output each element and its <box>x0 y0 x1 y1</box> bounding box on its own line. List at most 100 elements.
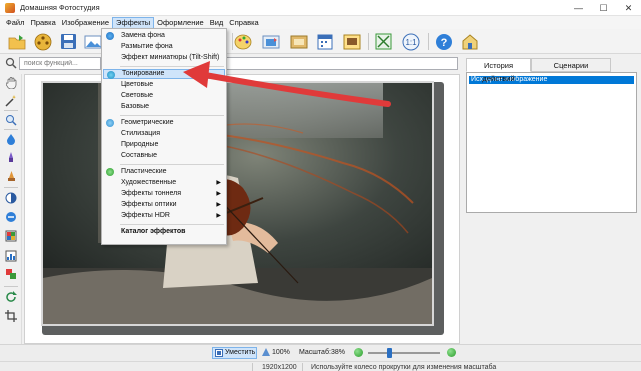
brush-tool-icon[interactable] <box>4 150 18 164</box>
menu-item-composite[interactable]: Составные <box>103 151 225 161</box>
menu-image[interactable]: Изображение <box>59 17 112 29</box>
menu-design[interactable]: Оформление <box>154 17 207 29</box>
window-title: Домашняя Фотостудия <box>20 3 100 12</box>
plastic-icon <box>106 168 114 176</box>
levels-tool-icon[interactable] <box>4 210 18 224</box>
menu-item-label: Световые <box>121 92 154 99</box>
menu-item-label: Тонирование <box>122 70 165 77</box>
image-size: 1920x1200 <box>262 364 297 371</box>
app-logo-icon <box>5 2 15 13</box>
menu-item-hdr[interactable]: Эффекты HDR ▶ <box>103 211 225 221</box>
fit-icon[interactable] <box>373 31 394 52</box>
menu-effects[interactable]: Эффекты <box>112 16 155 29</box>
palette-icon[interactable] <box>232 31 253 52</box>
menu-item-label: Стилизация <box>121 130 160 137</box>
menu-item-geometric[interactable]: Геометрические <box>103 118 225 128</box>
menu-view[interactable]: Вид <box>207 17 227 29</box>
menu-item-color[interactable]: Цветовые <box>103 80 225 90</box>
actual-size-label[interactable]: 100% <box>272 347 290 359</box>
menu-item-label: Цветовые <box>121 81 154 88</box>
menu-item-tunnel[interactable]: Эффекты тоннеля ▶ <box>103 189 225 199</box>
crop-tool-icon[interactable] <box>4 309 18 323</box>
menu-item-optics[interactable]: Эффекты оптики ▶ <box>103 200 225 210</box>
menu-item-replace-bg[interactable]: Замена фона <box>103 31 225 41</box>
actual-size-icon[interactable] <box>262 348 270 356</box>
menu-item-label: Эффект миниатюры (Tilt-Shift) <box>121 54 220 61</box>
effects-menu: Замена фона Размытие фона Эффект миниатю… <box>101 28 227 245</box>
card-icon[interactable] <box>341 31 362 52</box>
zoom-value: 38% <box>331 349 346 356</box>
menu-item-label: Геометрические <box>121 119 174 126</box>
wand-tool-icon[interactable] <box>4 94 18 108</box>
menu-item-tilt-shift[interactable]: Эффект миниатюры (Tilt-Shift) <box>103 53 225 63</box>
menu-help[interactable]: Справка <box>226 17 261 29</box>
submenu-arrow-icon: ▶ <box>216 180 221 186</box>
swap-icon <box>106 32 114 40</box>
menu-item-label: Пластические <box>121 168 167 175</box>
close-icon[interactable]: ✕ <box>616 0 641 16</box>
menu-item-blur-bg[interactable]: Размытие фона <box>103 42 225 52</box>
zoom-tool-icon[interactable] <box>4 113 18 127</box>
filmstrip-icon[interactable] <box>32 31 53 52</box>
minimize-icon[interactable]: — <box>566 0 591 16</box>
search-input[interactable] <box>19 57 101 70</box>
zoom-label: Масштаб: <box>299 349 331 356</box>
image-icon[interactable] <box>82 31 103 52</box>
droplet-tool-icon[interactable] <box>4 132 18 146</box>
search-icon <box>5 57 18 70</box>
svg-text:1:1: 1:1 <box>405 38 417 47</box>
zoom-in-icon[interactable] <box>447 348 456 357</box>
contrast-tool-icon[interactable] <box>4 191 18 205</box>
menu-item-light[interactable]: Световые <box>103 91 225 101</box>
menu-item-basic[interactable]: Базовые <box>103 102 225 112</box>
tint-icon <box>107 71 115 79</box>
submenu-arrow-icon: ▶ <box>216 213 221 219</box>
menu-item-label: Художественные <box>121 179 177 186</box>
fit-button[interactable]: Уместить <box>212 347 257 359</box>
crop-icon[interactable] <box>260 31 281 52</box>
menu-item-label: Эффекты оптики <box>121 201 177 208</box>
menu-item-stylize[interactable]: Стилизация <box>103 129 225 139</box>
tab-scripts[interactable]: Сценарии <box>531 58 611 72</box>
color-tool-icon[interactable] <box>4 229 18 243</box>
photo[interactable] <box>41 81 434 326</box>
home-icon[interactable] <box>459 31 480 52</box>
help-icon[interactable]: ? <box>433 31 454 52</box>
zoom-slider-track[interactable] <box>368 352 440 354</box>
tab-history[interactable]: История действий <box>466 58 531 83</box>
zoom-out-icon[interactable] <box>354 348 363 357</box>
search-field-extension <box>227 57 458 70</box>
fit-icon <box>215 349 223 357</box>
menu-item-effects-catalog[interactable]: Каталог эффектов <box>103 227 225 237</box>
left-toolbar <box>0 74 22 344</box>
right-panel: История действий Сценарии Исходное изобр… <box>462 56 641 344</box>
zoom-slider-thumb[interactable] <box>387 348 392 358</box>
calendar-icon[interactable] <box>314 31 335 52</box>
menu-item-nature[interactable]: Природные <box>103 140 225 150</box>
menu-item-plastic[interactable]: Пластические <box>103 167 225 177</box>
menu-file[interactable]: Файл <box>3 17 27 29</box>
menu-item-label: Эффекты HDR <box>121 212 170 219</box>
histogram-tool-icon[interactable] <box>4 249 18 263</box>
title-bar: Домашняя Фотостудия — ☐ ✕ <box>0 0 641 16</box>
menu-edit[interactable]: Правка <box>27 17 58 29</box>
menu-item-artistic[interactable]: Художественные ▶ <box>103 178 225 188</box>
stamp-tool-icon[interactable] <box>4 169 18 183</box>
save-icon[interactable] <box>58 31 79 52</box>
geometry-icon <box>106 119 114 127</box>
open-folder-icon[interactable] <box>6 31 27 52</box>
frame-icon[interactable] <box>288 31 309 52</box>
menu-bar: Файл Правка Изображение Эффекты Оформлен… <box>0 16 641 29</box>
hand-tool-icon[interactable] <box>4 76 18 90</box>
rotate-tool-icon[interactable] <box>4 290 18 304</box>
maximize-icon[interactable]: ☐ <box>591 0 616 16</box>
one-to-one-icon[interactable]: 1:1 <box>400 31 421 52</box>
status-bar: Уместить 100% Масштаб: 38% 1920x1200 Исп… <box>0 344 641 371</box>
menu-item-toning[interactable]: Тонирование <box>103 69 225 79</box>
history-list: Исходное изображение <box>466 72 637 213</box>
status-hint: Используйте колесо прокрутки для изменен… <box>311 364 497 371</box>
submenu-arrow-icon: ▶ <box>216 202 221 208</box>
svg-text:?: ? <box>440 37 447 49</box>
menu-item-label: Базовые <box>121 103 150 110</box>
layers-tool-icon[interactable] <box>4 267 18 281</box>
